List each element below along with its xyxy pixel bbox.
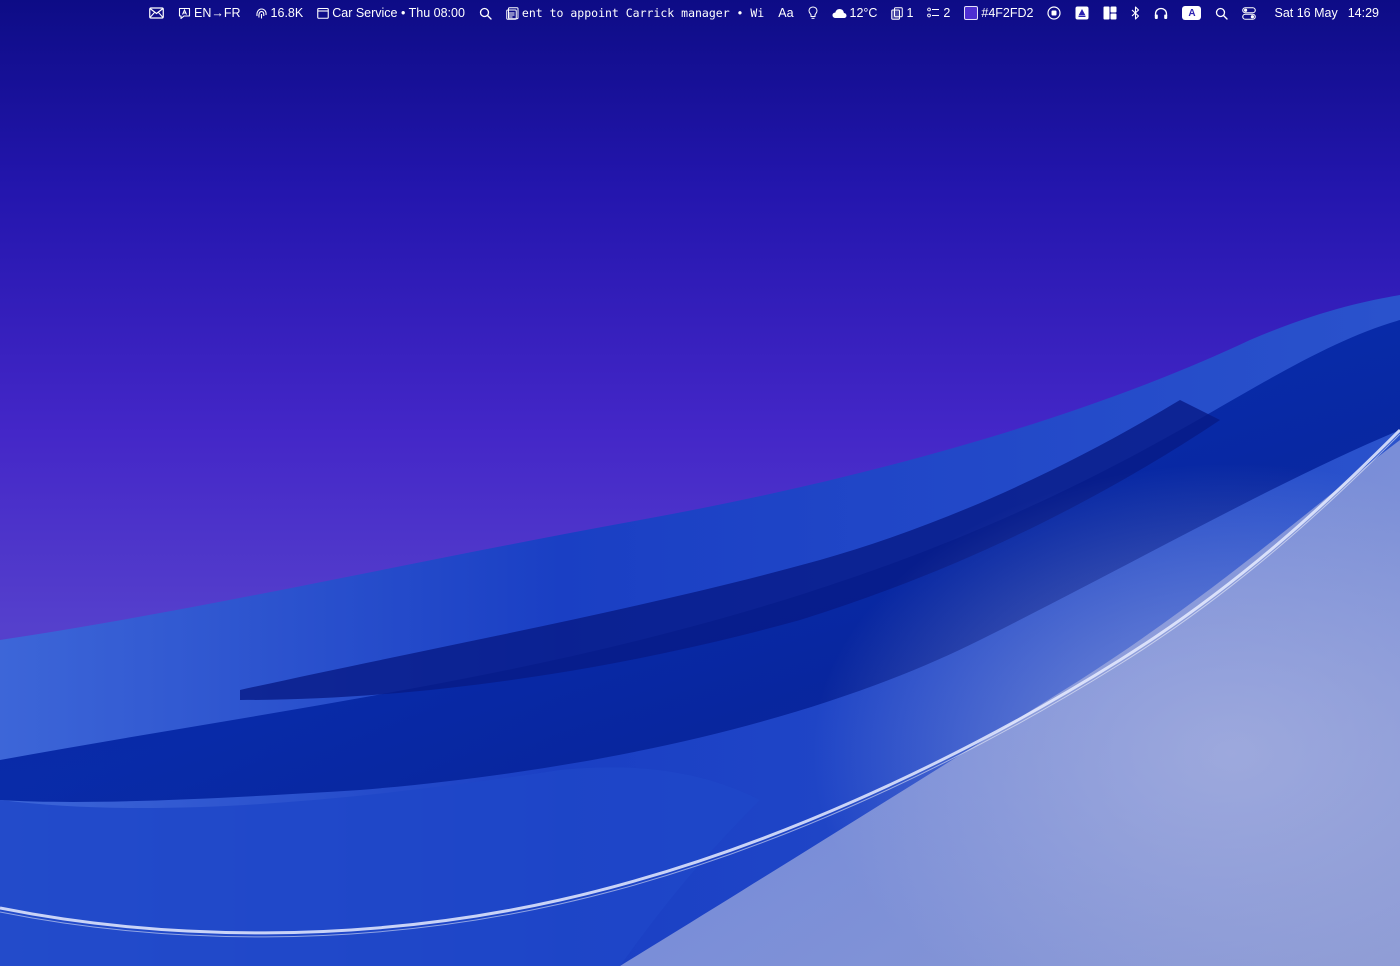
- translate-icon: [178, 7, 191, 20]
- control-center-status-item[interactable]: [1236, 2, 1262, 24]
- record-status-item[interactable]: [1041, 2, 1067, 24]
- todo-status-item[interactable]: 2: [921, 2, 956, 24]
- cloud-icon: [832, 8, 847, 19]
- drive-icon: [1075, 6, 1089, 20]
- calendar-event-label: Car Service • Thu 08:00: [332, 6, 465, 20]
- todo-count: 2: [943, 6, 951, 20]
- control-center-icon: [1242, 6, 1257, 20]
- translate-label: EN→FR: [194, 6, 241, 20]
- bluetooth-icon: [1131, 6, 1140, 20]
- font-label: Aa: [778, 6, 794, 20]
- news-ticker-item[interactable]: ent to appoint Carrick manager • Wi: [500, 2, 770, 24]
- calendar-status-item[interactable]: Car Service • Thu 08:00: [311, 2, 471, 24]
- drive-status-item[interactable]: [1069, 2, 1095, 24]
- clock-time: 14:29: [1347, 6, 1379, 20]
- keyboard-a-icon: A: [1182, 6, 1202, 20]
- lightbulb-icon: [808, 6, 818, 20]
- headphones-status-item[interactable]: [1148, 2, 1174, 24]
- weather-status-item[interactable]: 12°C: [826, 2, 884, 24]
- menu-bar: EN→FR 16.8K Car Service • Thu 08:00 ent …: [0, 0, 1400, 26]
- color-hex-label: #4F2FD2: [981, 6, 1034, 20]
- clipboard-icon: [891, 6, 904, 20]
- idea-status-item[interactable]: [802, 2, 824, 24]
- search-status-item[interactable]: [473, 2, 498, 24]
- stats-label: 16.8K: [270, 6, 304, 20]
- font-status-item[interactable]: Aa: [772, 2, 799, 24]
- weather-temperature: 12°C: [849, 6, 878, 20]
- spotlight-status-item[interactable]: [1209, 2, 1234, 24]
- mail-status-item[interactable]: [143, 2, 170, 24]
- news-ticker-label: ent to appoint Carrick manager • Wi: [521, 6, 765, 20]
- magnifier-icon: [479, 7, 492, 20]
- document-icon: [506, 6, 519, 20]
- clipboard-status-item[interactable]: 1: [885, 2, 919, 24]
- calendar-icon: [317, 7, 330, 19]
- stats-status-item[interactable]: 16.8K: [249, 2, 310, 24]
- checklist-icon: [927, 7, 940, 19]
- wallpaper: [0, 0, 1400, 966]
- envelope-icon: [149, 7, 164, 19]
- color-swatch-icon: [964, 6, 979, 20]
- bluetooth-status-item[interactable]: [1125, 2, 1146, 24]
- clipboard-count: 1: [906, 6, 914, 20]
- headphones-icon: [1154, 7, 1168, 20]
- input-source-status-item[interactable]: A: [1176, 2, 1207, 24]
- color-picker-status-item[interactable]: #4F2FD2: [958, 2, 1039, 24]
- record-stop-icon: [1047, 6, 1062, 20]
- fingerprint-icon: [255, 7, 268, 20]
- menu-bar-clock[interactable]: Sat 16 May 14:29: [1264, 2, 1385, 24]
- desktop: EN→FR 16.8K Car Service • Thu 08:00 ent …: [0, 0, 1400, 966]
- window-layout-icon: [1103, 6, 1117, 20]
- spotlight-search-icon: [1215, 7, 1229, 20]
- clock-date: Sat 16 May: [1274, 6, 1338, 20]
- translate-status-item[interactable]: EN→FR: [172, 2, 247, 24]
- layout-status-item[interactable]: [1097, 2, 1123, 24]
